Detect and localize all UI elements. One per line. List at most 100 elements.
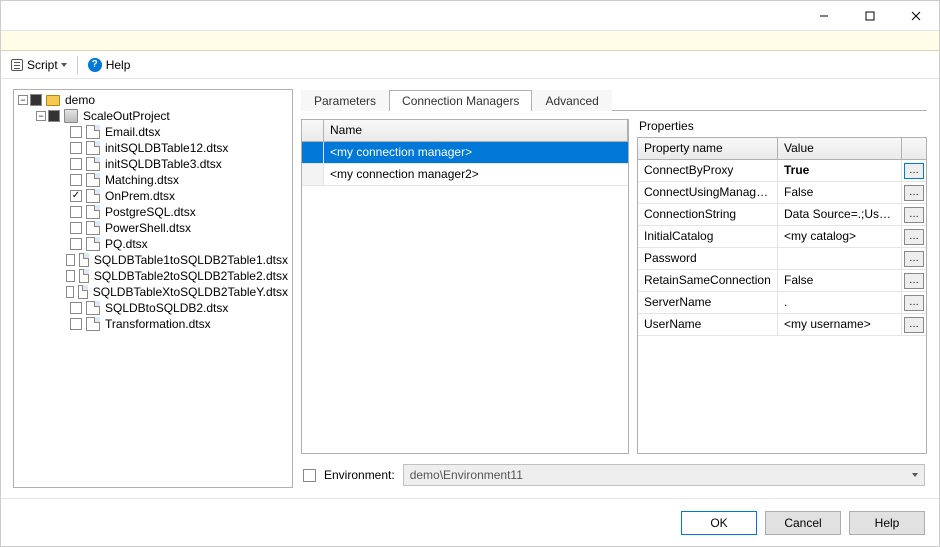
checkbox[interactable] <box>70 302 82 314</box>
tree-package-label: Email.dtsx <box>105 125 160 139</box>
tree-package[interactable]: SQLDBTableXtoSQLDB2TableY.dtsx <box>56 284 288 300</box>
checkbox[interactable] <box>70 238 82 250</box>
tree-package[interactable]: SQLDBtoSQLDB2.dtsx <box>56 300 288 316</box>
tab-strip: ParametersConnection ManagersAdvanced <box>301 89 927 111</box>
content-area: − demo − ScaleOutProject <box>1 79 939 498</box>
properties-header: Property name Value <box>638 138 926 160</box>
close-button[interactable] <box>893 1 939 31</box>
cancel-button[interactable]: Cancel <box>765 511 841 535</box>
tree-package[interactable]: Matching.dtsx <box>56 172 288 188</box>
ellipsis-button[interactable]: … <box>904 163 924 179</box>
tab-parameters[interactable]: Parameters <box>301 90 389 111</box>
checkbox[interactable] <box>48 110 60 122</box>
separator <box>77 56 78 74</box>
tree-package[interactable]: initSQLDBTable3.dtsx <box>56 156 288 172</box>
property-row[interactable]: Password… <box>638 248 926 270</box>
checkbox[interactable] <box>70 206 82 218</box>
checkbox[interactable] <box>70 174 82 186</box>
environment-checkbox[interactable] <box>303 469 316 482</box>
property-value[interactable]: False <box>778 182 902 203</box>
checkbox[interactable] <box>30 94 42 106</box>
minimize-button[interactable] <box>801 1 847 31</box>
tree-package[interactable]: PowerShell.dtsx <box>56 220 288 236</box>
maximize-button[interactable] <box>847 1 893 31</box>
tree-project-label: ScaleOutProject <box>83 109 170 123</box>
connection-row[interactable]: <my connection manager> <box>302 142 628 164</box>
property-value[interactable]: . <box>778 292 902 313</box>
tree-package[interactable]: PQ.dtsx <box>56 236 288 252</box>
col-property-name[interactable]: Property name <box>638 138 778 159</box>
grid-header: Name <box>302 120 628 142</box>
property-row[interactable]: InitialCatalog<my catalog>… <box>638 226 926 248</box>
checkbox[interactable] <box>70 126 82 138</box>
checkbox[interactable] <box>70 318 82 330</box>
property-row[interactable]: UserName<my username>… <box>638 314 926 336</box>
tree-root[interactable]: − demo <box>18 92 288 108</box>
collapse-icon[interactable]: − <box>36 111 46 121</box>
properties-grid[interactable]: Property name Value ConnectByProxyTrue…C… <box>637 137 927 454</box>
col-property-value[interactable]: Value <box>778 138 902 159</box>
tree-package[interactable]: Email.dtsx <box>56 124 288 140</box>
help-button[interactable]: Help <box>849 511 925 535</box>
tree-package[interactable]: SQLDBTable2toSQLDB2Table2.dtsx <box>56 268 288 284</box>
checkbox[interactable] <box>70 142 82 154</box>
project-icon <box>64 109 78 123</box>
property-name: UserName <box>638 314 778 335</box>
script-dropdown[interactable]: Script <box>11 58 67 72</box>
environment-select[interactable]: demo\Environment11 <box>403 464 925 486</box>
package-icon <box>86 237 100 251</box>
ok-button[interactable]: OK <box>681 511 757 535</box>
property-value[interactable]: <my catalog> <box>778 226 902 247</box>
ellipsis-button[interactable]: … <box>904 295 924 311</box>
collapse-icon[interactable]: − <box>18 95 28 105</box>
help-link[interactable]: ? Help <box>88 58 131 72</box>
property-row[interactable]: RetainSameConnectionFalse… <box>638 270 926 292</box>
checkbox[interactable] <box>66 286 74 298</box>
dialog-footer: OK Cancel Help <box>1 498 939 546</box>
ellipsis-button[interactable]: … <box>904 251 924 267</box>
checkbox[interactable] <box>70 158 82 170</box>
property-row[interactable]: ConnectUsingManagedIdentityFalse… <box>638 182 926 204</box>
help-label: Help <box>106 58 131 72</box>
package-icon <box>86 205 100 219</box>
checkbox[interactable] <box>66 254 75 266</box>
property-row[interactable]: ConnectionStringData Source=.;User ID=..… <box>638 204 926 226</box>
tab-connection-managers[interactable]: Connection Managers <box>389 90 532 111</box>
property-value[interactable]: True <box>778 160 902 181</box>
ellipsis-button[interactable]: … <box>904 317 924 333</box>
ellipsis-button[interactable]: … <box>904 207 924 223</box>
property-value[interactable]: False <box>778 270 902 291</box>
tree-package[interactable]: SQLDBTable1toSQLDB2Table1.dtsx <box>56 252 288 268</box>
property-row[interactable]: ConnectByProxyTrue… <box>638 160 926 182</box>
checkbox[interactable] <box>70 222 82 234</box>
property-row[interactable]: ServerName.… <box>638 292 926 314</box>
environment-label: Environment: <box>324 468 395 482</box>
connection-managers-grid[interactable]: Name <my connection manager><my connecti… <box>301 119 629 454</box>
ellipsis-button[interactable]: … <box>904 229 924 245</box>
package-icon <box>86 221 100 235</box>
col-name[interactable]: Name <box>324 120 628 141</box>
tree-project[interactable]: − ScaleOutProject <box>36 108 288 124</box>
package-tree[interactable]: − demo − ScaleOutProject <box>13 89 293 488</box>
property-value[interactable]: Data Source=.;User ID=... <box>778 204 902 225</box>
package-icon <box>86 301 100 315</box>
titlebar <box>1 1 939 31</box>
checkbox[interactable] <box>70 190 82 202</box>
property-value[interactable]: <my username> <box>778 314 902 335</box>
tree-package-label: initSQLDBTable12.dtsx <box>105 141 228 155</box>
tab-advanced[interactable]: Advanced <box>532 90 611 111</box>
ellipsis-button[interactable]: … <box>904 273 924 289</box>
tree-package[interactable]: PostgreSQL.dtsx <box>56 204 288 220</box>
tree-package[interactable]: Transformation.dtsx <box>56 316 288 332</box>
checkbox[interactable] <box>66 270 75 282</box>
tree-package[interactable]: initSQLDBTable12.dtsx <box>56 140 288 156</box>
package-icon <box>79 269 89 283</box>
property-value[interactable] <box>778 248 902 269</box>
tree-package-label: SQLDBtoSQLDB2.dtsx <box>105 301 228 315</box>
connection-row[interactable]: <my connection manager2> <box>302 164 628 186</box>
help-label: Help <box>875 516 900 530</box>
package-icon <box>86 125 100 139</box>
tree-package-label: SQLDBTable1toSQLDB2Table1.dtsx <box>94 253 288 267</box>
ellipsis-button[interactable]: … <box>904 185 924 201</box>
tree-package[interactable]: OnPrem.dtsx <box>56 188 288 204</box>
